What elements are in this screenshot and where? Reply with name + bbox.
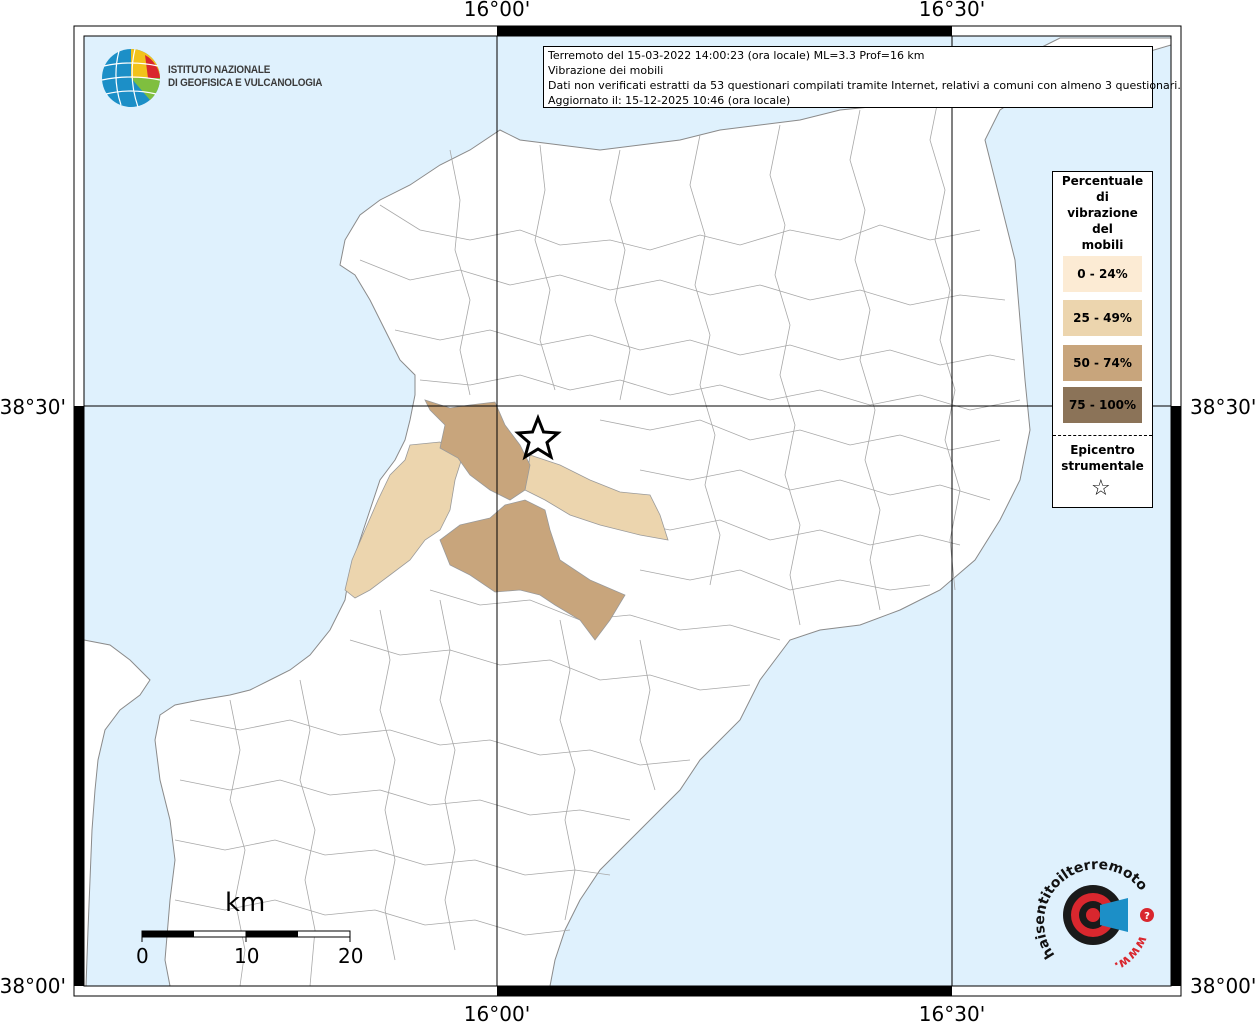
legend-title-line: mobili (1081, 238, 1124, 252)
lon-label-bottom-1: 16°00' (464, 1002, 530, 1024)
legend-item-75-100: 75 - 100% (1063, 387, 1142, 423)
ingv-logo-icon (101, 48, 161, 108)
intensity-map: 16°00' 16°30' 16°00' 16°30' 38°30' 38°00… (0, 0, 1255, 1024)
lat-label-left-2: 38°00' (0, 974, 66, 998)
scale-unit: km (225, 888, 266, 918)
lon-label-top-2: 16°30' (919, 0, 985, 21)
scale-label-20: 20 (338, 944, 364, 968)
event-title: Terremoto del 15-03-2022 14:00:23 (ora l… (548, 49, 925, 62)
legend-item-50-74: 50 - 74% (1063, 345, 1142, 381)
svg-text:?: ? (1144, 911, 1150, 922)
event-data-note: Dati non verificati estratti da 53 quest… (548, 79, 1181, 92)
legend-title-line: del (1092, 222, 1113, 236)
legend-star-icon: ☆ (1091, 476, 1111, 501)
legend-title: Percentuale di vibrazione del mobili (1053, 173, 1152, 253)
legend-item-0-24: 0 - 24% (1063, 256, 1142, 292)
scale-label-0: 0 (136, 944, 149, 968)
lon-label-top-1: 16°00' (464, 0, 530, 21)
logo-line-2: DI GEOFISICA E VULCANOLOGIA (168, 77, 323, 89)
legend-separator (1053, 435, 1152, 436)
legend-title-line: Percentuale (1061, 174, 1144, 188)
legend-epicenter-label: Epicentro strumentale (1053, 442, 1152, 474)
legend-epicenter-line: strumentale (1061, 459, 1144, 473)
legend-item-25-49: 25 - 49% (1063, 300, 1142, 336)
legend-title-line: vibrazione (1067, 206, 1138, 220)
lon-label-bottom-2: 16°30' (919, 1002, 985, 1024)
ingv-logo-text: ISTITUTO NAZIONALE DI GEOFISICA E VULCAN… (168, 64, 322, 90)
lat-label-right-2: 38°00' (1190, 974, 1255, 998)
map-legend: Percentuale di vibrazione del mobili 0 -… (1052, 171, 1153, 508)
scale-label-10: 10 (234, 944, 260, 968)
legend-title-line: di (1096, 190, 1109, 204)
event-info-box: Terremoto del 15-03-2022 14:00:23 (ora l… (543, 46, 1181, 108)
legend-epicenter-line: Epicentro (1070, 443, 1135, 457)
event-updated: Aggiornato il: 15-12-2025 10:46 (ora loc… (548, 94, 791, 107)
lat-label-left-1: 38°30' (0, 395, 66, 419)
event-subtitle: Vibrazione dei mobili (548, 64, 664, 77)
lat-label-right-1: 38°30' (1190, 395, 1255, 419)
logo-line-1: ISTITUTO NAZIONALE (168, 64, 271, 76)
